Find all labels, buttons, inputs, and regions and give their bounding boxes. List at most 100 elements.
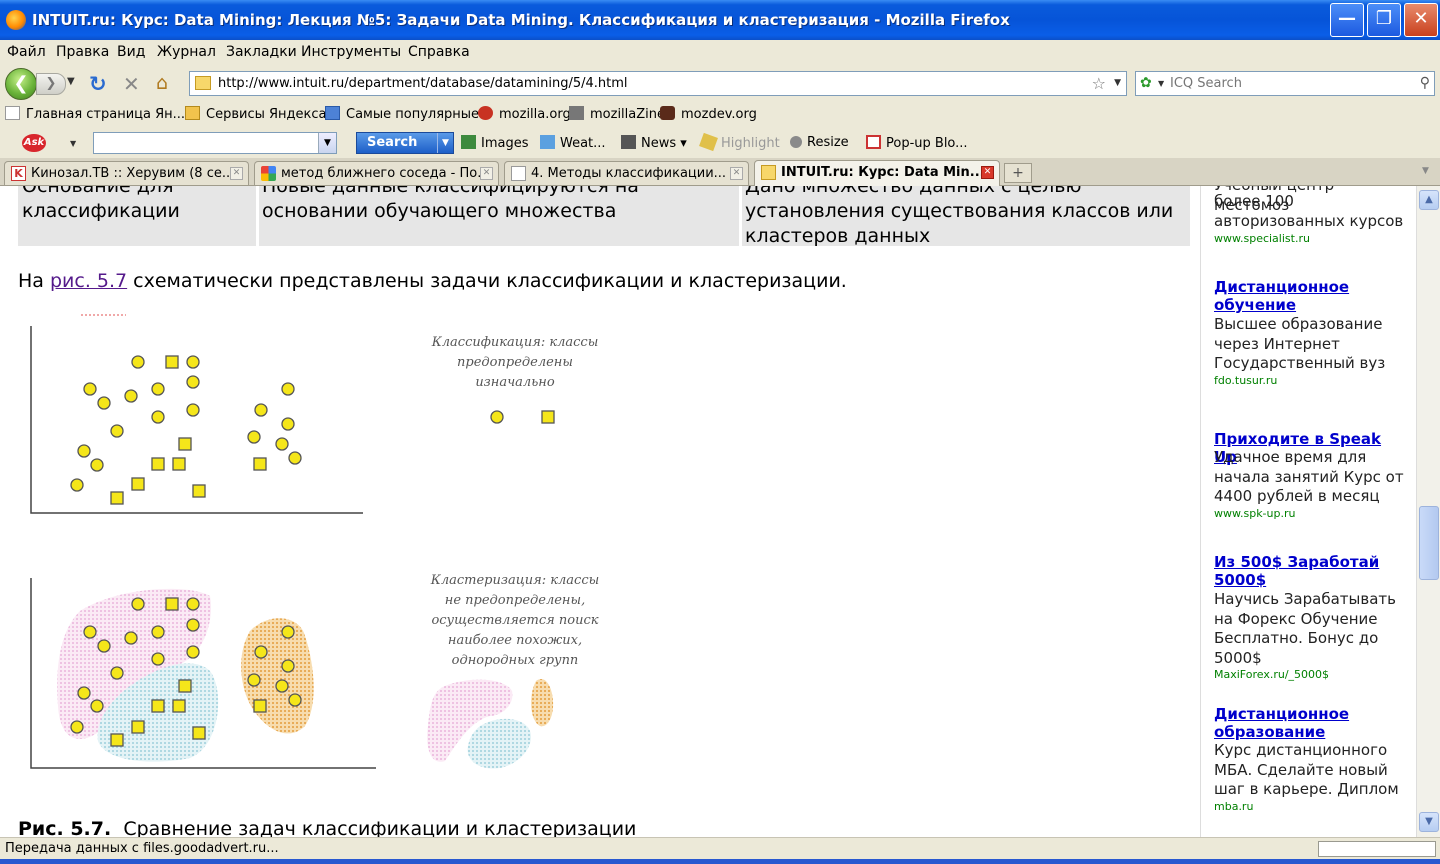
ad-title[interactable]: Из 500$ Заработай 5000$ (1214, 553, 1409, 589)
close-tab-icon[interactable]: ✕ (730, 167, 743, 180)
circle-point (247, 430, 261, 444)
ask-dropdown-icon[interactable]: ▼ (70, 139, 76, 148)
ask-logo-icon[interactable]: Ask (22, 134, 46, 152)
chevron-down-icon[interactable]: ▼ (437, 133, 453, 153)
ad-url[interactable]: MaxiForex.ru/_5000$ (1214, 668, 1329, 681)
circle-point (77, 686, 91, 700)
ask-toolbar: Ask ▼ ▼ Search ▼ Images Weat... News ▾ Hi… (0, 128, 1440, 158)
tab-classification-methods[interactable]: 4. Методы классификации... ✕ (504, 161, 749, 185)
scroll-up-icon[interactable]: ▲ (1419, 190, 1439, 210)
ad-text: более 100 авторизованных курсов (1214, 192, 1404, 230)
tool-label: Weat... (560, 136, 606, 151)
ad-url[interactable]: www.specialist.ru (1214, 232, 1310, 245)
search-engine-icon[interactable]: ✿ (1140, 75, 1152, 91)
close-tab-icon[interactable]: ✕ (981, 166, 994, 179)
circle-point (151, 652, 165, 666)
tab-nearest-neighbor[interactable]: метод ближнего соседа - По... ✕ (254, 161, 499, 185)
square-point (110, 491, 124, 505)
new-tab-button[interactable]: + (1004, 163, 1032, 183)
tool-news[interactable]: News ▾ (621, 135, 687, 151)
close-tab-icon[interactable]: ✕ (480, 167, 493, 180)
bookmark-mozillazine[interactable]: mozillaZine (569, 106, 665, 122)
chevron-down-icon[interactable]: ▼ (318, 133, 336, 153)
engine-dropdown-icon[interactable]: ▼ (1158, 79, 1164, 88)
address-bar[interactable]: http://www.intuit.ru/department/database… (189, 71, 1127, 96)
bookmark-most-popular[interactable]: Самые популярные (325, 106, 479, 122)
ad-url[interactable]: mba.ru (1214, 800, 1253, 813)
bookmark-yandex-home[interactable]: Главная страница Ян... (5, 106, 185, 122)
square-point (151, 699, 165, 713)
circle-point (275, 437, 289, 451)
circle-point (124, 389, 138, 403)
menu-file[interactable]: Файл (7, 44, 46, 60)
tab-scroll-icon[interactable]: ▼ (1422, 166, 1429, 176)
square-point (192, 726, 206, 740)
ad-url[interactable]: www.spk-up.ru (1214, 507, 1295, 520)
scroll-thumb[interactable] (1419, 506, 1439, 580)
tool-resize[interactable]: Resize (790, 135, 849, 150)
history-dropdown-icon[interactable]: ▼ (67, 76, 75, 87)
page-content: Основание для классификации Новые данные… (0, 186, 1200, 837)
circle-point (288, 451, 302, 465)
label-line: предопределены (457, 355, 573, 370)
bookmark-mozilla-org[interactable]: mozilla.org (478, 106, 571, 122)
ask-search-input[interactable]: ▼ (93, 132, 337, 154)
tab-kinozal[interactable]: K Кинозал.ТВ :: Херувим (8 се... ✕ (4, 161, 249, 185)
url-dropdown-icon[interactable]: ▼ (1114, 78, 1121, 88)
tool-highlight[interactable]: Highlight (699, 132, 780, 152)
ad-url[interactable]: fdo.tusur.ru (1214, 374, 1277, 387)
tool-label: Images (481, 136, 529, 151)
close-tab-icon[interactable]: ✕ (230, 167, 243, 180)
home-icon[interactable]: ⌂ (156, 72, 168, 94)
circle-point (186, 597, 200, 611)
circle-point (281, 382, 295, 396)
ad-title[interactable]: Дистанционное обучение (1214, 278, 1409, 314)
bookmark-label: mozillaZine (590, 107, 665, 122)
menu-tools[interactable]: Инструменты (301, 44, 401, 60)
loading-progress (1318, 841, 1436, 857)
search-input[interactable] (1170, 74, 1410, 93)
reload-icon[interactable]: ↻ (89, 72, 107, 96)
maximize-button[interactable]: ❐ (1367, 3, 1401, 37)
classification-description: Классификация: классы предопределены изн… (425, 333, 605, 393)
tool-popup-blocker[interactable]: Pop-up Blo... (866, 135, 968, 151)
vertical-scrollbar[interactable]: ▲ ▼ (1416, 186, 1440, 837)
figure-caption: Рис. 5.7. Сравнение задач классификации … (18, 818, 636, 837)
bookmark-yandex-services[interactable]: Сервисы Яндекса (185, 106, 326, 122)
ad-title[interactable]: Дистанционное образование (1214, 705, 1409, 741)
back-button[interactable]: ❮ (5, 68, 37, 100)
resize-icon (790, 136, 802, 148)
bookmark-mozdev[interactable]: mozdev.org (660, 106, 757, 122)
minimize-button[interactable]: — (1330, 3, 1364, 37)
menu-bookmarks[interactable]: Закладки (226, 44, 297, 60)
tool-images[interactable]: Images (461, 135, 529, 151)
search-bar[interactable]: ✿ ▼ ⚲ (1135, 71, 1435, 96)
tab-label: Кинозал.ТВ :: Херувим (8 се... (31, 166, 235, 181)
url-text[interactable]: http://www.intuit.ru/department/database… (218, 76, 628, 91)
menu-bar: Файл Правка Вид Журнал Закладки Инструме… (0, 40, 1440, 64)
stop-icon[interactable]: ✕ (123, 72, 140, 96)
menu-view[interactable]: Вид (117, 44, 145, 60)
close-button[interactable]: ✕ (1404, 3, 1438, 37)
tool-label: Highlight (721, 136, 780, 151)
circle-point (70, 478, 84, 492)
mozilla-icon (478, 106, 493, 120)
legend-blue-shape (467, 718, 531, 769)
ask-search-button[interactable]: Search ▼ (356, 132, 454, 154)
bookmark-label: mozilla.org (499, 107, 571, 122)
bookmark-star-icon[interactable]: ☆ (1092, 74, 1106, 93)
forward-button[interactable]: ❯ (36, 73, 66, 95)
tool-label: Resize (807, 135, 849, 150)
search-icon[interactable]: ⚲ (1420, 75, 1430, 91)
menu-edit[interactable]: Правка (56, 44, 109, 60)
ad-text: Курс дистанционного МБА. Сделайте новый … (1214, 741, 1399, 798)
menu-history[interactable]: Журнал (157, 44, 216, 60)
mozillazine-icon (569, 106, 584, 120)
circle-point (281, 625, 295, 639)
tool-weather[interactable]: Weat... (540, 135, 606, 151)
site-identity-icon[interactable] (195, 76, 211, 90)
tab-intuit-active[interactable]: INTUIT.ru: Курс: Data Min... ✕ (754, 160, 1000, 186)
scroll-down-icon[interactable]: ▼ (1419, 812, 1439, 832)
circle-point (254, 645, 268, 659)
menu-help[interactable]: Справка (408, 44, 470, 60)
